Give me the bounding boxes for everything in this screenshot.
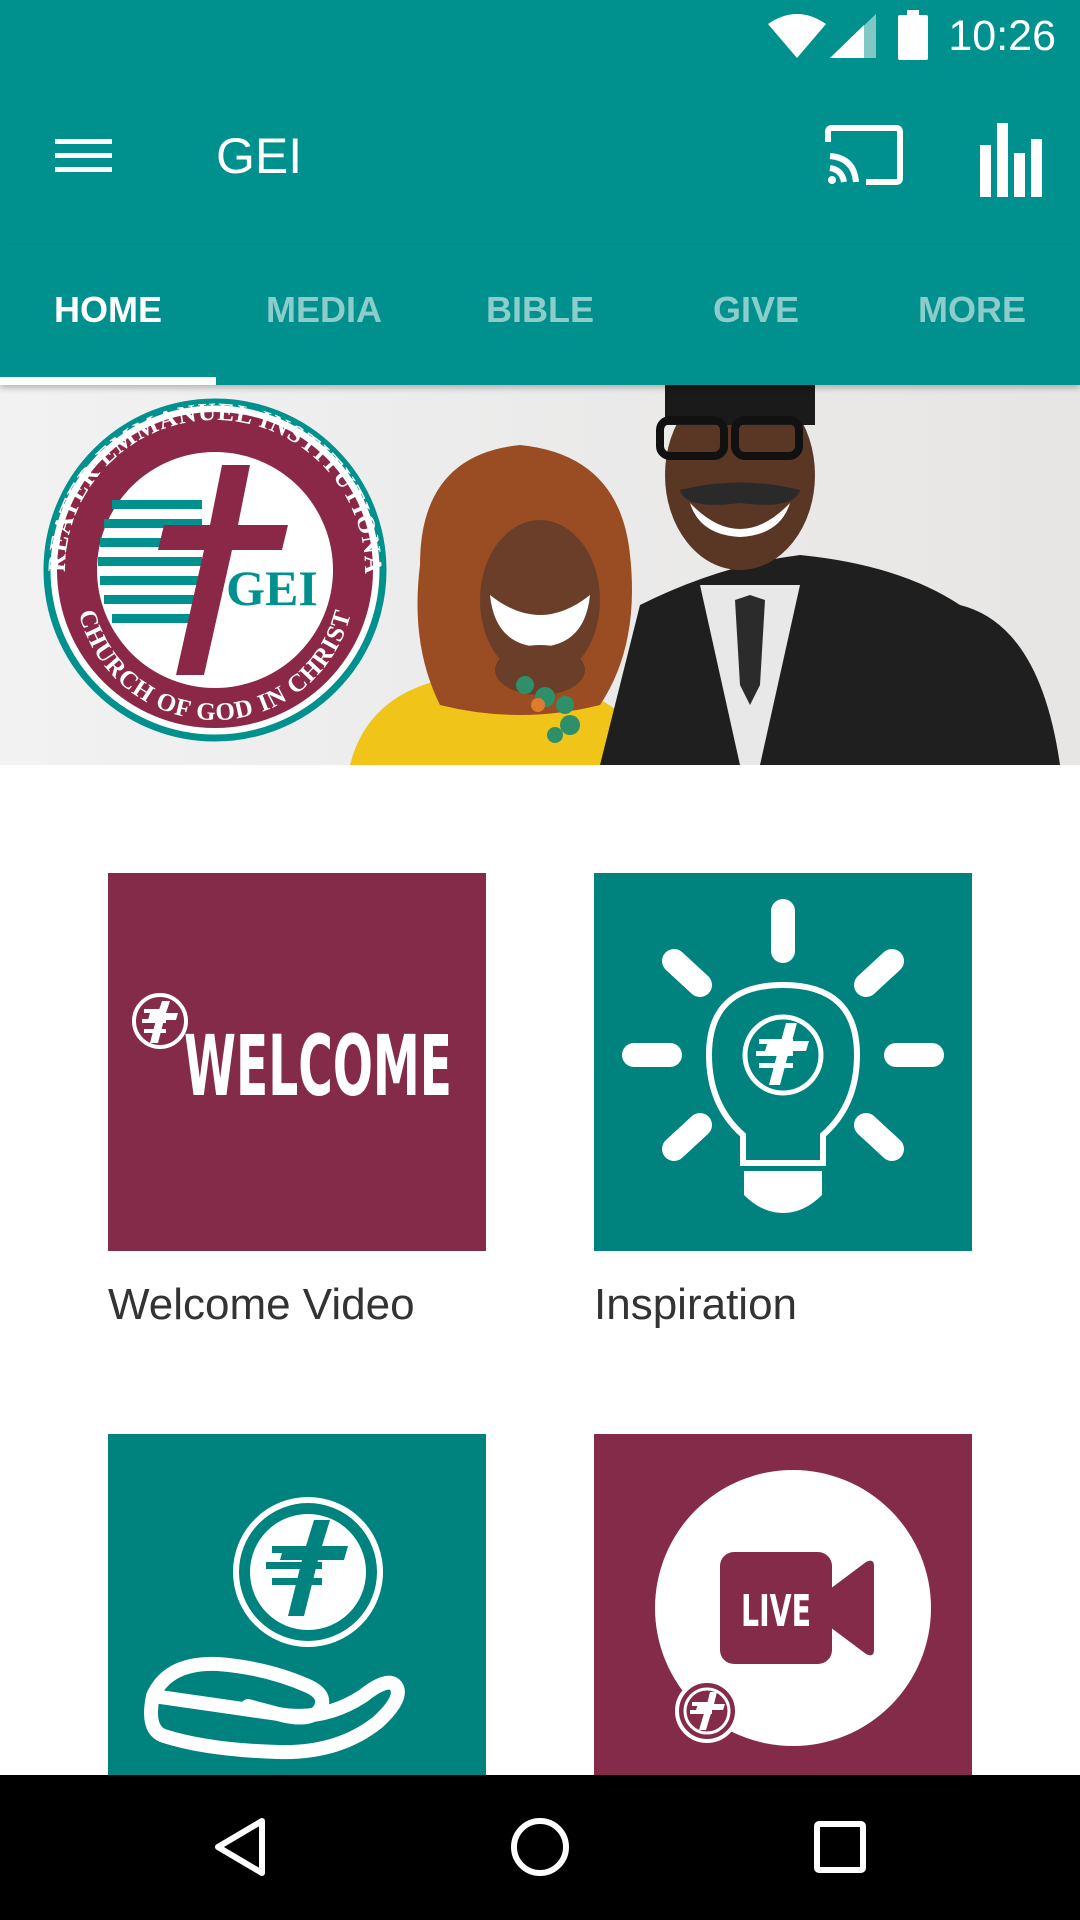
hamburger-menu-icon xyxy=(55,139,112,172)
cast-button[interactable] xyxy=(820,120,910,200)
tab-bible[interactable]: BIBLE xyxy=(432,245,648,385)
gei-cross-badge-icon xyxy=(132,993,188,1049)
tab-bar: HOME MEDIA BIBLE GIVE MORE xyxy=(0,245,1080,385)
recents-square-icon xyxy=(814,1821,866,1873)
hero-photo-woman xyxy=(350,445,650,765)
home-button[interactable] xyxy=(490,1797,590,1897)
live-tile-text: LIVE xyxy=(741,1586,811,1637)
home-circle-icon xyxy=(511,1818,569,1876)
tab-more[interactable]: MORE xyxy=(864,245,1080,385)
app-bar: GEI xyxy=(0,75,1080,245)
menu-button[interactable] xyxy=(40,115,130,195)
giving-tile[interactable] xyxy=(108,1434,486,1775)
app-title: GEI xyxy=(216,128,303,184)
welcome-tile-text: WELCOME xyxy=(184,1017,452,1115)
cellular-signal-icon xyxy=(830,14,876,58)
system-navigation-bar xyxy=(0,1775,1080,1920)
hero-photo-man xyxy=(600,385,1060,765)
gei-seal-logo: GREATER EMMANUEL INSTITUTIONAL CHURCH OF… xyxy=(0,385,387,742)
stats-button[interactable] xyxy=(968,115,1058,205)
seal-monogram: GEI xyxy=(226,560,318,616)
gei-cross-badge-icon xyxy=(742,1014,824,1096)
hero-banner[interactable]: GREATER EMMANUEL INSTITUTIONAL CHURCH OF… xyxy=(0,385,1080,765)
tab-give[interactable]: GIVE xyxy=(648,245,864,385)
active-tab-indicator xyxy=(0,377,216,385)
inspiration-tile[interactable] xyxy=(594,873,972,1251)
status-time: 10:26 xyxy=(948,12,1056,60)
lightbulb-icon xyxy=(622,899,944,1213)
welcome-tile-art: WELCOME xyxy=(132,993,452,1115)
hand-coin-icon xyxy=(144,1497,405,1760)
inspiration-label[interactable]: Inspiration xyxy=(594,1280,797,1330)
recents-button[interactable] xyxy=(790,1797,890,1897)
battery-icon xyxy=(898,10,928,60)
back-triangle-icon xyxy=(215,1818,265,1876)
tab-home[interactable]: HOME xyxy=(0,245,216,385)
status-bar: 10:26 xyxy=(0,0,1080,75)
live-tile[interactable]: LIVE xyxy=(594,1434,972,1775)
tab-media[interactable]: MEDIA xyxy=(216,245,432,385)
cast-icon xyxy=(825,125,903,185)
hero-image: GREATER EMMANUEL INSTITUTIONAL CHURCH OF… xyxy=(0,385,1060,765)
welcome-video-label[interactable]: Welcome Video xyxy=(108,1280,415,1330)
live-video-icon: LIVE xyxy=(655,1470,931,1746)
welcome-video-tile[interactable]: WELCOME xyxy=(108,873,486,1251)
wifi-icon xyxy=(768,14,826,58)
bar-chart-icon xyxy=(980,123,1042,197)
gei-cross-badge-icon xyxy=(675,1679,739,1743)
back-button[interactable] xyxy=(190,1797,290,1897)
